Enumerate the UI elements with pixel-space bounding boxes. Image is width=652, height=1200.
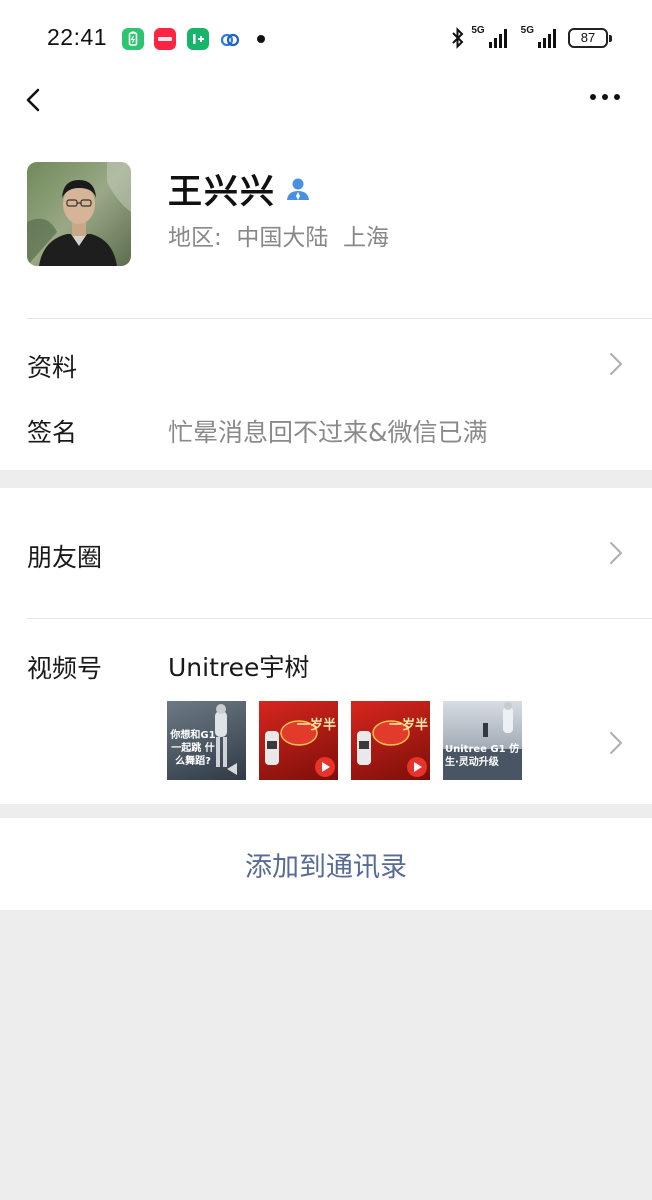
avatar[interactable] [27,162,131,266]
moments-label: 朋友圈 [27,543,103,572]
thumbnail-caption: Unitree G1 仿生·灵动升级 [445,744,520,768]
add-to-contacts-button[interactable]: 添加到通讯录 [0,818,652,910]
chevron-left-icon[interactable] [20,80,50,120]
chevron-right-icon [609,541,623,565]
more-icon[interactable] [588,90,622,104]
channel-thumbnails: 你想和G1 一起跳 什么舞蹈? 一岁半 一岁半 Unitree G1 仿生·灵动… [167,701,522,780]
info-section: 资料 签名 忙晕消息回不过来&微信已满 [0,318,652,470]
moments-row[interactable]: 朋友圈 [0,488,652,618]
channel-name: Unitree宇树 [168,653,310,682]
thumbnail-caption: 你想和G1 一起跳 什么舞蹈? [170,730,216,767]
section-gap [0,470,652,488]
cloud-icon [219,28,241,50]
profile-detail-label: 资料 [27,353,78,382]
user-verified-icon [287,178,309,200]
profile-region: 地区: 中国大陆 上海 [168,225,389,251]
status-bar: 22:41 5G 5G 87 [0,0,652,72]
battery-saver-icon [122,28,144,50]
profile-detail-row[interactable]: 资料 [0,318,652,408]
channel-thumbnail[interactable]: 你想和G1 一起跳 什么舞蹈? [167,701,246,780]
battery-indicator: 87 [568,28,612,48]
profile-name: 王兴兴 [168,172,276,212]
network-type-label-2: 5G [520,25,534,36]
channel-thumbnail[interactable]: Unitree G1 仿生·灵动升级 [443,701,522,780]
channel-thumbnail[interactable]: 一岁半 [259,701,338,780]
app-icon [187,28,209,50]
network-type-label: 5G [471,25,485,36]
xiaohongshu-icon [154,28,176,50]
notification-dot [257,35,265,43]
bluetooth-icon [452,27,464,49]
moments-channels-section: 朋友圈 视频号 Unitree宇树 你想和G1 一起跳 什么舞蹈? 一岁半 一岁… [0,488,652,804]
chevron-right-icon [609,352,623,376]
add-contact-section: 添加到通讯录 [0,818,652,910]
nav-bar [0,72,652,132]
profile-header: 王兴兴 地区: 中国大陆 上海 [0,132,652,318]
status-indicators: 5G 5G 87 [451,25,612,50]
name-row: 王兴兴 [168,164,312,213]
signal-1-icon [488,28,507,48]
channel-thumbnail[interactable]: 一岁半 [351,701,430,780]
thumbnail-caption: 一岁半 [297,718,337,733]
signature-value: 忙晕消息回不过来&微信已满 [168,418,488,447]
section-gap [0,804,652,818]
chevron-right-icon [609,731,623,755]
thumbnail-caption: 一岁半 [389,718,429,733]
channels-label: 视频号 [27,654,103,683]
signal-2-icon [538,28,556,48]
status-time: 22:41 [47,24,108,50]
signature-label: 签名 [27,418,78,447]
